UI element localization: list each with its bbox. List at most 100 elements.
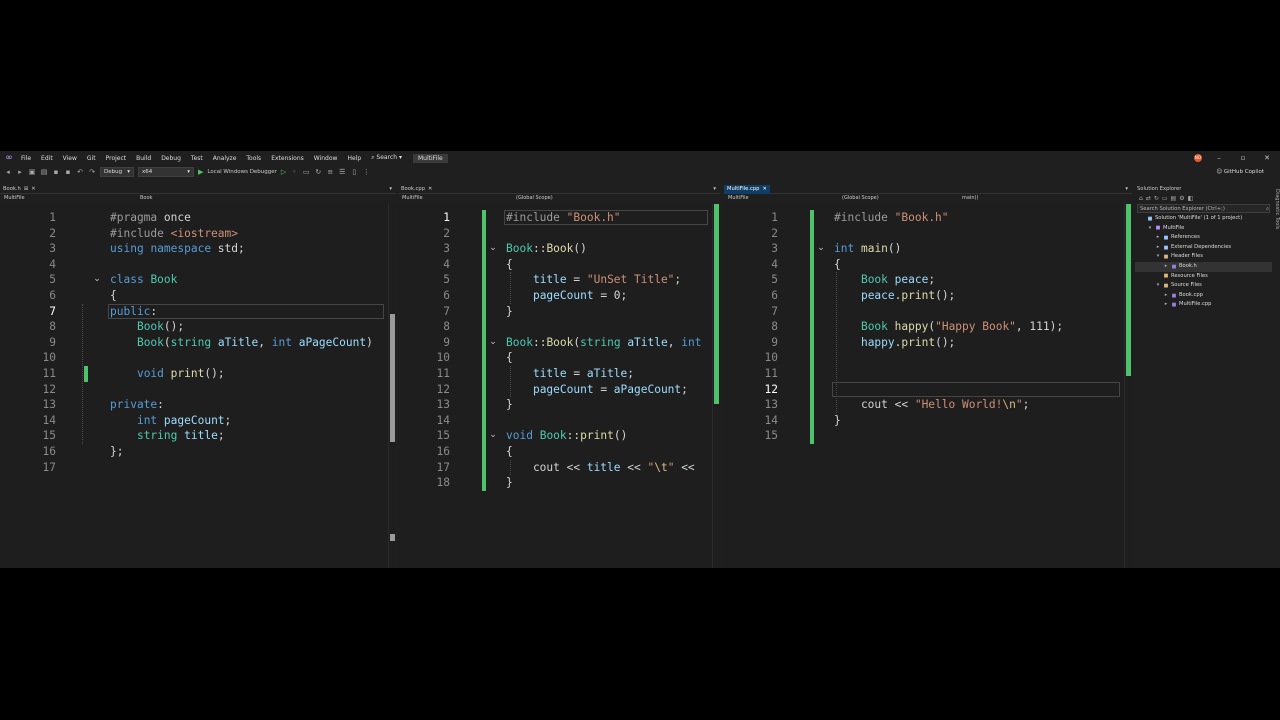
line-number: 10 bbox=[764, 351, 778, 365]
expand-toggle-icon[interactable]: ▾ bbox=[1155, 281, 1161, 291]
member-dropdown[interactable]: main() bbox=[958, 195, 978, 201]
expand-toggle-icon[interactable]: ▸ bbox=[1163, 300, 1169, 310]
tree-node[interactable]: ▸ ■ Book.h bbox=[1135, 261, 1272, 272]
attach-icon[interactable]: ◦ bbox=[290, 168, 298, 176]
collapse-chevron-icon[interactable]: ⌄ bbox=[488, 335, 498, 351]
collapse-chevron-icon[interactable]: ⌄ bbox=[488, 241, 498, 257]
standard-toolbar: ◂ ▸ ▣ ▤ ▪ ▪ ↶ ↷ Debug ▾ x64 ▾ ▶ Local Wind… bbox=[0, 165, 1280, 179]
menu-project[interactable]: Project bbox=[101, 155, 132, 162]
tree-node[interactable]: ■ Resource Files bbox=[1135, 272, 1272, 282]
start-debugging-button[interactable]: Local Windows Debugger bbox=[207, 169, 277, 175]
scope-dropdown[interactable]: Book bbox=[136, 195, 266, 201]
maximize-icon[interactable]: ▫ bbox=[1236, 154, 1250, 162]
project-dropdown[interactable]: MultiFile bbox=[0, 195, 136, 201]
open-icon[interactable]: ▤ bbox=[40, 168, 48, 176]
expand-toggle-icon[interactable]: ▾ bbox=[1147, 224, 1153, 234]
back-icon[interactable]: ◂ bbox=[4, 168, 12, 176]
tree-node[interactable]: ▾ ■ Source Files bbox=[1135, 281, 1272, 291]
redo-icon[interactable]: ↷ bbox=[88, 168, 96, 176]
menu-view[interactable]: View bbox=[58, 155, 82, 162]
start-without-debugging-icon[interactable]: ▷ bbox=[281, 168, 286, 176]
home-icon[interactable]: ⌂ bbox=[1139, 195, 1143, 202]
menu-help[interactable]: Help bbox=[342, 155, 366, 162]
platform-dropdown[interactable]: x64 ▾ bbox=[138, 167, 194, 177]
tab-overflow-icon[interactable]: ▾ bbox=[713, 186, 720, 192]
vertical-scrollbar[interactable] bbox=[712, 204, 720, 568]
diagnostic-tools-tab[interactable]: Diagnostic Tools bbox=[1272, 185, 1280, 568]
menu-build[interactable]: Build bbox=[131, 155, 156, 162]
vertical-scrollbar[interactable] bbox=[1124, 204, 1132, 568]
start-debugging-icon[interactable]: ▶ bbox=[198, 168, 203, 176]
folder-icon[interactable]: ▭ bbox=[302, 168, 310, 176]
solution-explorer-search[interactable]: Search Solution Explorer (Ctrl+;) ⌕ bbox=[1137, 204, 1270, 213]
menu-debug[interactable]: Debug bbox=[156, 155, 186, 162]
tree-node[interactable]: ▾ ■ MultiFile bbox=[1135, 224, 1272, 234]
tree-node[interactable]: ▸ ■ References bbox=[1135, 233, 1272, 243]
undo-icon[interactable]: ↶ bbox=[76, 168, 84, 176]
bookmark-icon[interactable]: ▯ bbox=[350, 168, 358, 176]
sync-icon[interactable]: ↻ bbox=[1154, 195, 1159, 202]
close-tab-icon[interactable]: ✕ bbox=[31, 185, 35, 194]
document-tab[interactable]: Book.h ⊞ ✕ bbox=[0, 185, 39, 194]
account-avatar[interactable]: NO bbox=[1194, 154, 1202, 162]
collapse-chevron-icon[interactable]: ⌄ bbox=[488, 428, 498, 444]
expand-toggle-icon[interactable]: ▸ bbox=[1163, 262, 1169, 272]
tree-node-label: Resource Files bbox=[1171, 272, 1208, 279]
show-all-files-icon[interactable]: ▤ bbox=[1171, 195, 1177, 202]
close-tab-icon[interactable]: ✕ bbox=[762, 185, 766, 194]
project-dropdown[interactable]: MultiFile bbox=[398, 195, 512, 201]
code-editor[interactable]: 1 #pragma once 2 #include <iostream> 3 using … bbox=[0, 204, 396, 568]
line-number: 13 bbox=[436, 398, 450, 412]
expand-toggle-icon[interactable]: ▸ bbox=[1155, 243, 1161, 253]
code-line: cout << title << "\t" << bbox=[506, 460, 695, 474]
pin-icon[interactable]: ⊞ bbox=[24, 185, 28, 194]
menu-window[interactable]: Window bbox=[309, 155, 343, 162]
expand-toggle-icon[interactable]: ▾ bbox=[1155, 252, 1161, 262]
menu-extensions[interactable]: Extensions bbox=[266, 155, 309, 162]
forward-icon[interactable]: ▸ bbox=[16, 168, 24, 176]
menu-analyze[interactable]: Analyze bbox=[208, 155, 242, 162]
menu-test[interactable]: Test bbox=[186, 155, 208, 162]
save-all-icon[interactable]: ▪ bbox=[64, 168, 72, 176]
save-icon[interactable]: ▪ bbox=[52, 168, 60, 176]
tree-node[interactable]: ■ Solution 'MultiFile' (1 of 1 project) bbox=[1135, 214, 1272, 224]
new-item-icon[interactable]: ▣ bbox=[28, 168, 36, 176]
preview-icon[interactable]: ◧ bbox=[1188, 195, 1194, 202]
github-copilot-button[interactable]: ☺ GitHub Copilot bbox=[1216, 169, 1280, 175]
tree-node[interactable]: ▸ ■ MultiFile.cpp bbox=[1135, 300, 1272, 310]
vertical-scrollbar[interactable] bbox=[388, 204, 396, 568]
expand-toggle-icon[interactable]: ▸ bbox=[1163, 291, 1169, 301]
expand-toggle-icon[interactable]: ▸ bbox=[1155, 233, 1161, 243]
scope-dropdown[interactable]: (Global Scope) bbox=[512, 195, 642, 201]
tree-node[interactable]: ▾ ■ Header Files bbox=[1135, 252, 1272, 262]
scope-dropdown[interactable]: (Global Scope) bbox=[838, 195, 958, 201]
document-tab[interactable]: Book.cpp ✕ bbox=[398, 185, 435, 194]
tab-overflow-icon[interactable]: ▾ bbox=[1125, 186, 1132, 192]
menu-tools[interactable]: Tools bbox=[241, 155, 266, 162]
toolbar-overflow-icon[interactable]: ⋮ bbox=[362, 168, 370, 176]
tree-node[interactable]: ▸ ■ External Dependencies bbox=[1135, 243, 1272, 253]
indent-icon[interactable]: ≡ bbox=[326, 168, 334, 176]
menu-edit[interactable]: Edit bbox=[36, 155, 58, 162]
close-icon[interactable]: ✕ bbox=[1260, 154, 1274, 162]
tree-node[interactable]: ▸ ■ Book.cpp bbox=[1135, 291, 1272, 301]
properties-icon[interactable]: ⚙ bbox=[1179, 195, 1184, 202]
code-editor[interactable]: 1 #include "Book.h" 2 3 ⌄ Book::Book() 4{5 tit… bbox=[398, 204, 720, 568]
switch-views-icon[interactable]: ⇄ bbox=[1146, 195, 1151, 202]
collapse-chevron-icon[interactable]: ⌄ bbox=[92, 272, 102, 288]
code-line: }; bbox=[110, 445, 124, 458]
collapse-all-icon[interactable]: ▭ bbox=[1162, 195, 1168, 202]
hot-reload-icon[interactable]: ↻ bbox=[314, 168, 322, 176]
comment-icon[interactable]: ☰ bbox=[338, 168, 346, 176]
search-menu[interactable]: ⌕ Search ▾ bbox=[366, 154, 407, 162]
menu-git[interactable]: Git bbox=[82, 155, 101, 162]
tab-overflow-icon[interactable]: ▾ bbox=[389, 186, 396, 192]
code-editor[interactable]: 1 #include "Book.h" 2 3 ⌄ int main() 4 {5 Book … bbox=[724, 204, 1132, 568]
minimize-icon[interactable]: – bbox=[1212, 154, 1226, 162]
collapse-chevron-icon[interactable]: ⌄ bbox=[816, 241, 826, 257]
close-tab-icon[interactable]: ✕ bbox=[428, 185, 432, 194]
configuration-dropdown[interactable]: Debug ▾ bbox=[100, 167, 134, 177]
project-dropdown[interactable]: MultiFile bbox=[724, 195, 838, 201]
menu-file[interactable]: File bbox=[16, 155, 36, 162]
document-tab[interactable]: MultiFile.cpp ✕ bbox=[724, 184, 770, 194]
